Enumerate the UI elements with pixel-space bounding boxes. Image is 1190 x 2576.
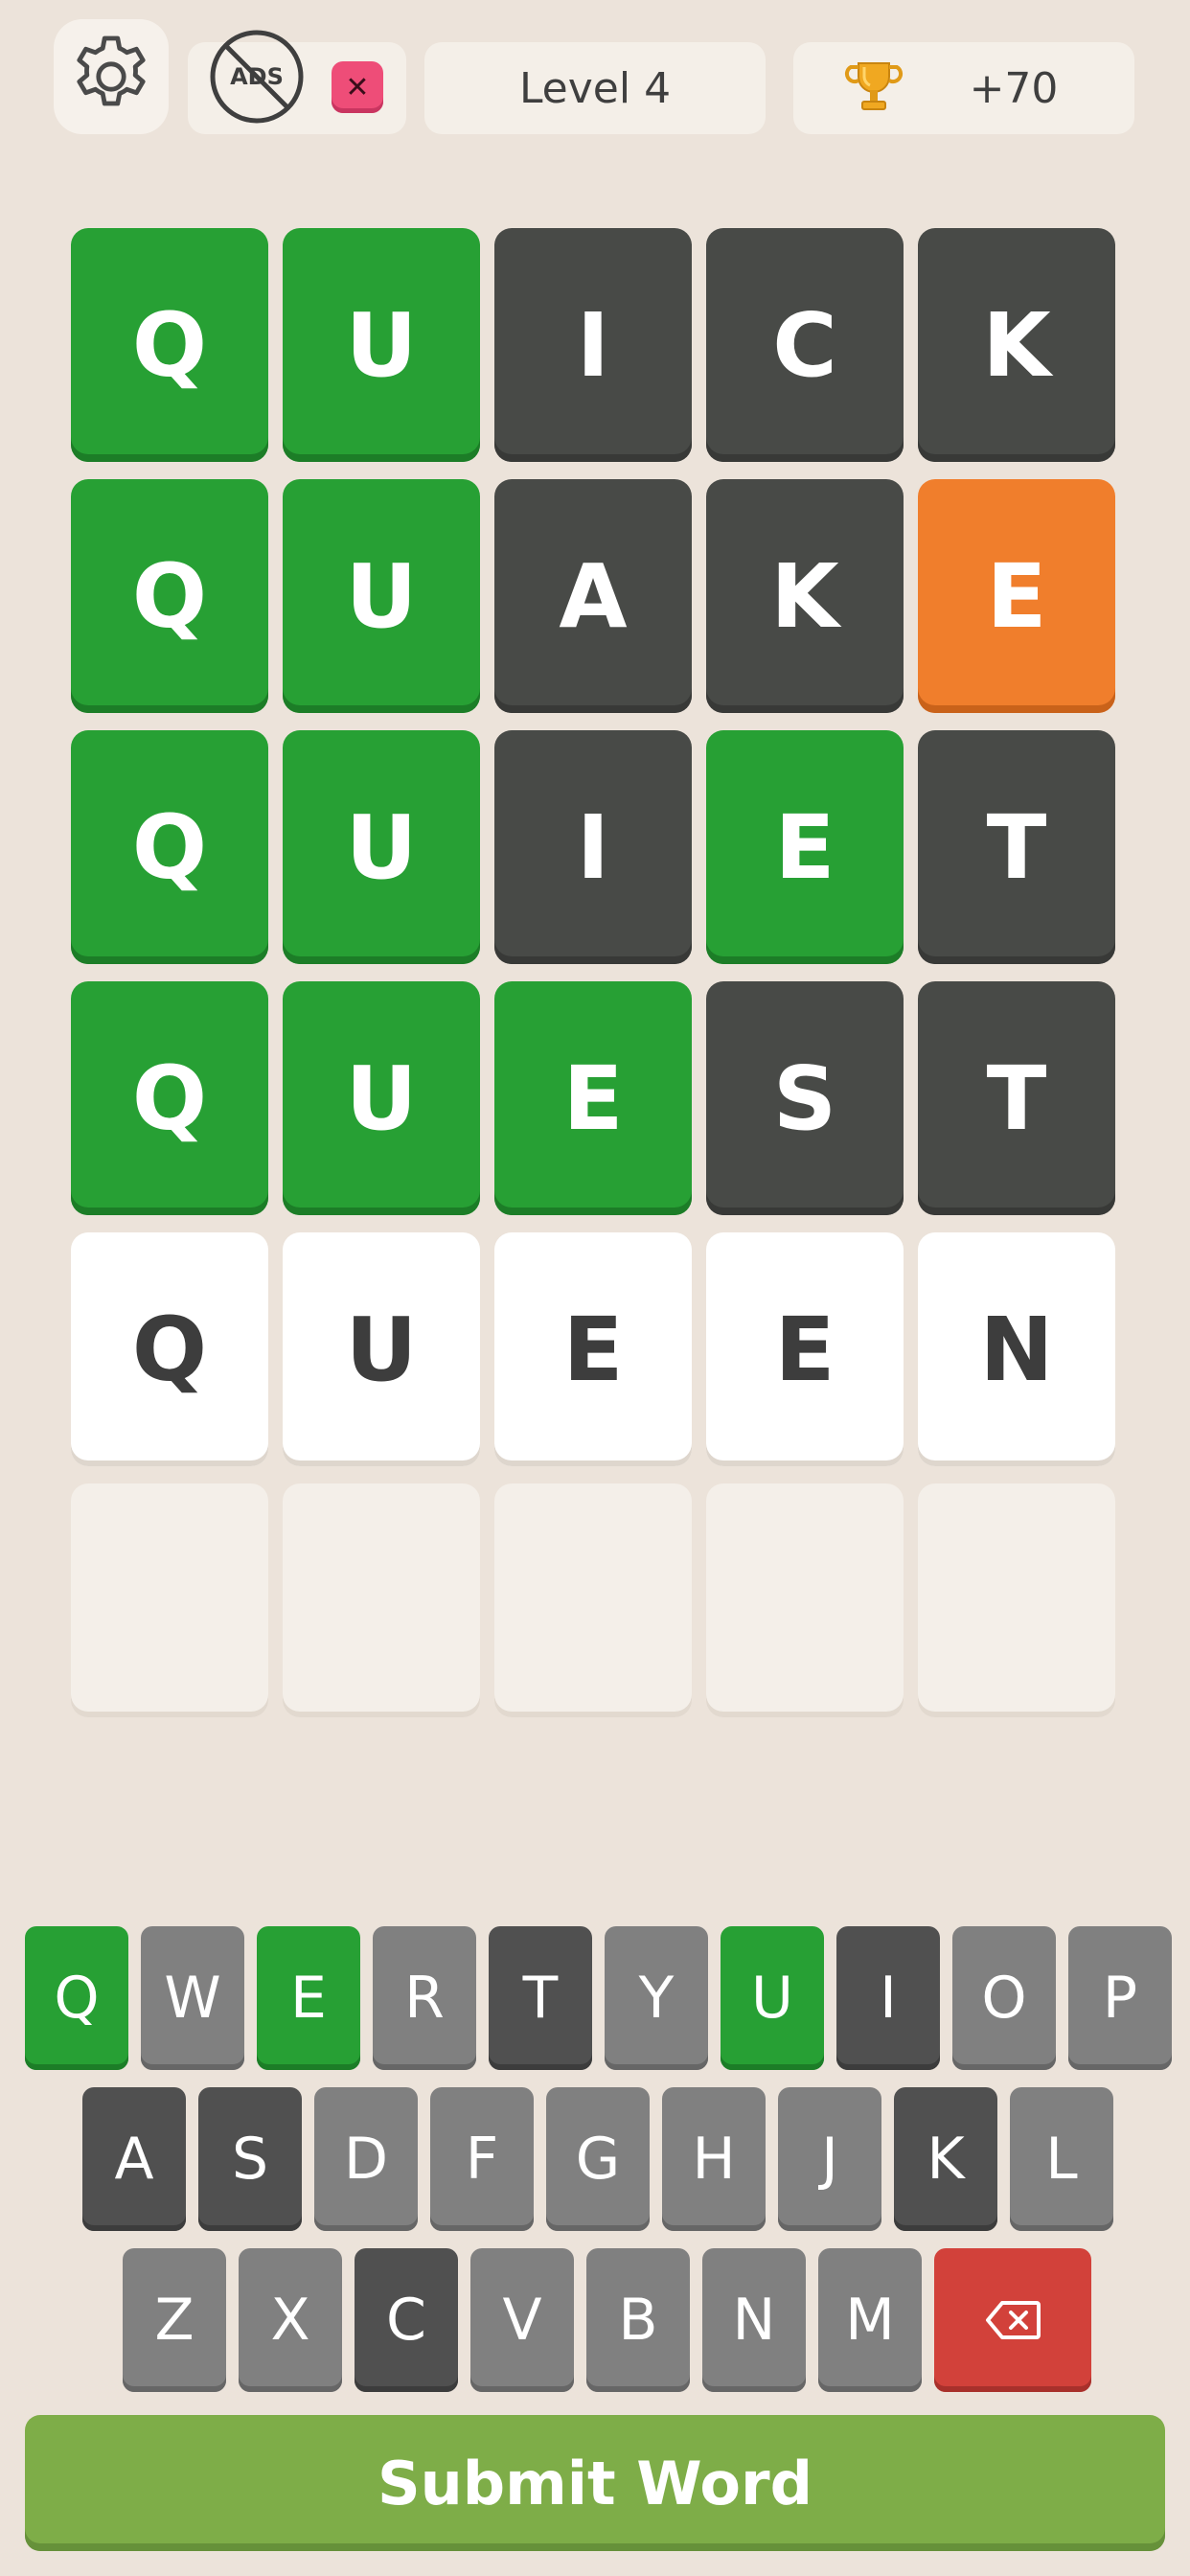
letter-tile <box>283 1484 480 1717</box>
key-v[interactable]: V <box>470 2248 574 2392</box>
letter-tile: E <box>494 981 692 1215</box>
key-g[interactable]: G <box>546 2087 650 2231</box>
key-y[interactable]: Y <box>605 1926 708 2070</box>
key-j[interactable]: J <box>778 2087 881 2231</box>
key-k[interactable]: K <box>894 2087 997 2231</box>
key-x[interactable]: X <box>239 2248 342 2392</box>
trophy-icon <box>844 62 904 110</box>
letter-tile: U <box>283 730 480 964</box>
score-indicator: +70 <box>793 42 1134 134</box>
key-d[interactable]: D <box>314 2087 418 2231</box>
letter-tile: T <box>918 730 1115 964</box>
level-indicator: Level 4 <box>424 42 766 134</box>
letter-tile: Q <box>71 981 268 1215</box>
guess-board: QUICKQUAKEQUIETQUESTQUEEN <box>71 228 1119 1719</box>
letter-tile: E <box>918 479 1115 713</box>
score-value: +70 <box>969 63 1059 113</box>
letter-tile <box>494 1484 692 1717</box>
key-h[interactable]: H <box>662 2087 766 2231</box>
key-f[interactable]: F <box>430 2087 534 2231</box>
key-a[interactable]: A <box>82 2087 186 2231</box>
submit-label: Submit Word <box>378 2448 812 2518</box>
letter-tile: S <box>706 981 904 1215</box>
key-l[interactable]: L <box>1010 2087 1113 2231</box>
key-t[interactable]: T <box>489 1926 592 2070</box>
gear-icon <box>77 35 146 106</box>
ads-label: ADS <box>230 63 284 90</box>
letter-tile: A <box>494 479 692 713</box>
submit-word-button[interactable]: Submit Word <box>25 2415 1165 2551</box>
letter-tile: E <box>494 1232 692 1466</box>
letter-tile: Q <box>71 730 268 964</box>
letter-tile: U <box>283 479 480 713</box>
settings-button[interactable] <box>54 19 169 134</box>
letter-tile: N <box>918 1232 1115 1466</box>
letter-tile: Q <box>71 479 268 713</box>
key-c[interactable]: C <box>355 2248 458 2392</box>
letter-tile: U <box>283 1232 480 1466</box>
letter-tile <box>71 1484 268 1717</box>
letter-tile: T <box>918 981 1115 1215</box>
close-ads-button[interactable]: ✕ <box>332 61 383 113</box>
key-p[interactable]: P <box>1068 1926 1172 2070</box>
no-ads-icon[interactable]: ADS <box>207 27 307 126</box>
key-z[interactable]: Z <box>123 2248 226 2392</box>
key-m[interactable]: M <box>818 2248 922 2392</box>
letter-tile: E <box>706 730 904 964</box>
letter-tile <box>918 1484 1115 1717</box>
letter-tile: C <box>706 228 904 462</box>
key-e[interactable]: E <box>257 1926 360 2070</box>
key-n[interactable]: N <box>702 2248 806 2392</box>
on-screen-keyboard: QWERTYUIOP ASDFGHJKL ZXCVBNM <box>0 1926 1190 2405</box>
key-o[interactable]: O <box>952 1926 1056 2070</box>
key-u[interactable]: U <box>721 1926 824 2070</box>
letter-tile: I <box>494 730 692 964</box>
key-b[interactable]: B <box>586 2248 690 2392</box>
key-r[interactable]: R <box>373 1926 476 2070</box>
key-q[interactable]: Q <box>25 1926 128 2070</box>
letter-tile: E <box>706 1232 904 1466</box>
close-icon: ✕ <box>345 70 370 104</box>
letter-tile: I <box>494 228 692 462</box>
key-s[interactable]: S <box>198 2087 302 2231</box>
letter-tile: Q <box>71 228 268 462</box>
letter-tile: Q <box>71 1232 268 1466</box>
top-bar: ADS ✕ Level 4 +70 <box>0 0 1190 153</box>
letter-tile <box>706 1484 904 1717</box>
level-label: Level 4 <box>518 63 672 113</box>
letter-tile: K <box>918 228 1115 462</box>
letter-tile: K <box>706 479 904 713</box>
key-w[interactable]: W <box>141 1926 244 2070</box>
remove-ads-panel: ADS ✕ <box>188 30 406 134</box>
backspace-icon <box>986 2301 1041 2339</box>
letter-tile: U <box>283 981 480 1215</box>
key-i[interactable]: I <box>836 1926 940 2070</box>
backspace-key[interactable] <box>934 2248 1091 2392</box>
letter-tile: U <box>283 228 480 462</box>
